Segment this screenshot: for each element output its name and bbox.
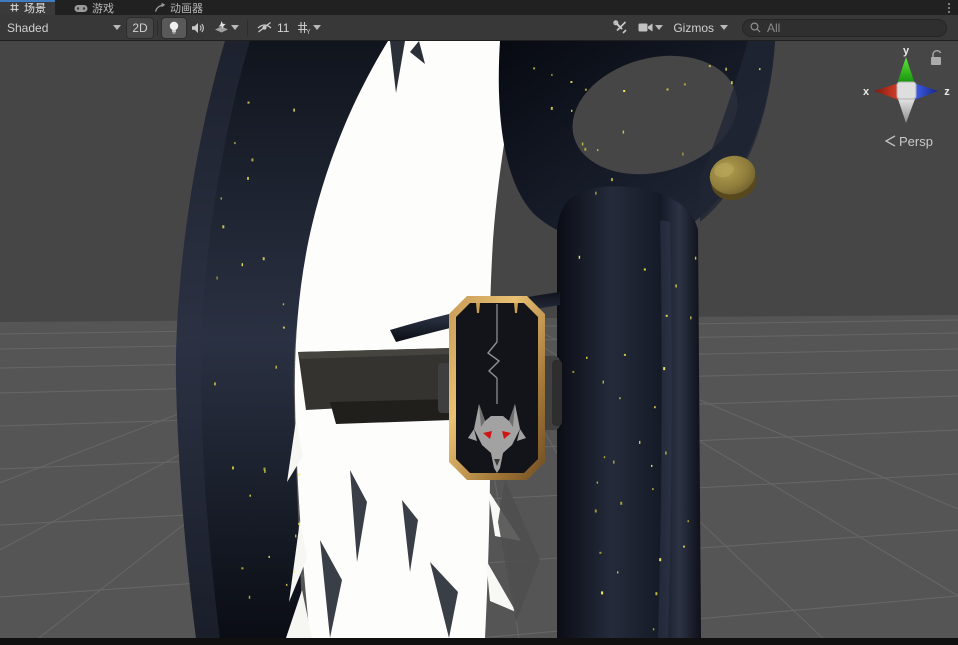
chevron-down-icon <box>231 25 239 30</box>
shading-mode-dropdown[interactable]: Shaded <box>5 18 127 38</box>
camera-icon <box>638 23 653 32</box>
scene-search-field[interactable] <box>742 18 947 37</box>
kebab-menu-icon[interactable] <box>940 0 958 15</box>
tab-animator[interactable]: 动画器 <box>145 0 212 15</box>
tools-icon <box>613 20 627 34</box>
tab-scene-label: 场景 <box>24 2 46 15</box>
lightbulb-icon <box>169 21 179 34</box>
effects-icon <box>215 21 228 33</box>
speaker-icon <box>192 22 204 33</box>
wolf-pendant[interactable] <box>449 296 545 480</box>
toggle-2d-button[interactable]: 2D <box>127 17 153 38</box>
scene-audio-toggle[interactable] <box>186 18 210 38</box>
axis-z-label: z <box>944 86 950 98</box>
chevron-down-icon <box>720 25 728 30</box>
grid-axis-icon: Y <box>298 21 311 35</box>
scene-effects-toggle[interactable] <box>210 18 243 38</box>
scene-grid-icon <box>10 3 19 12</box>
scene-lighting-toggle[interactable] <box>162 17 186 38</box>
component-tools-button[interactable] <box>606 18 634 38</box>
chevron-down-icon <box>113 25 121 30</box>
scene-canvas[interactable]: y x z Persp <box>0 41 958 638</box>
grid-visibility-dropdown[interactable]: Y <box>293 18 325 38</box>
window-bottom-edge <box>0 638 958 645</box>
scene-visibility-toggle[interactable]: 11 <box>252 18 293 38</box>
chevron-down-icon <box>655 25 664 30</box>
hidden-objects-count: 11 <box>277 20 290 35</box>
search-icon <box>750 22 761 33</box>
gizmos-dropdown[interactable]: Gizmos <box>667 18 734 38</box>
animator-icon <box>154 2 166 12</box>
cloak-column[interactable] <box>557 186 701 638</box>
axis-x-label: x <box>863 86 870 98</box>
camera-projection-label: Persp <box>899 134 933 149</box>
scene-viewport[interactable]: y x z Persp <box>0 41 958 638</box>
axis-y-label: y <box>903 45 910 57</box>
scene-search-input[interactable] <box>765 19 939 36</box>
tab-game[interactable]: 游戏 <box>65 0 123 15</box>
gamepad-icon <box>74 4 88 12</box>
shading-mode-label: Shaded <box>7 20 49 35</box>
tab-scene[interactable]: 场景 <box>0 0 55 15</box>
hidden-eye-icon <box>257 21 272 33</box>
tab-bar: 场景 游戏 动画器 <box>0 0 958 15</box>
scene-camera-dropdown[interactable] <box>634 18 667 38</box>
tab-game-label: 游戏 <box>92 2 114 15</box>
axis-center-cube[interactable] <box>896 81 917 100</box>
scene-toolbar: Shaded 2D 11 Y Gizmos All <box>0 15 958 41</box>
unity-editor-window: { "tabs": [ {"id":"scene","label":"场景","… <box>0 0 958 645</box>
toggle-2d-label: 2D <box>132 20 148 35</box>
svg-text:Y: Y <box>306 29 311 35</box>
chevron-down-icon <box>313 25 322 30</box>
gizmos-label: Gizmos <box>673 20 714 35</box>
tab-animator-label: 动画器 <box>170 2 203 15</box>
